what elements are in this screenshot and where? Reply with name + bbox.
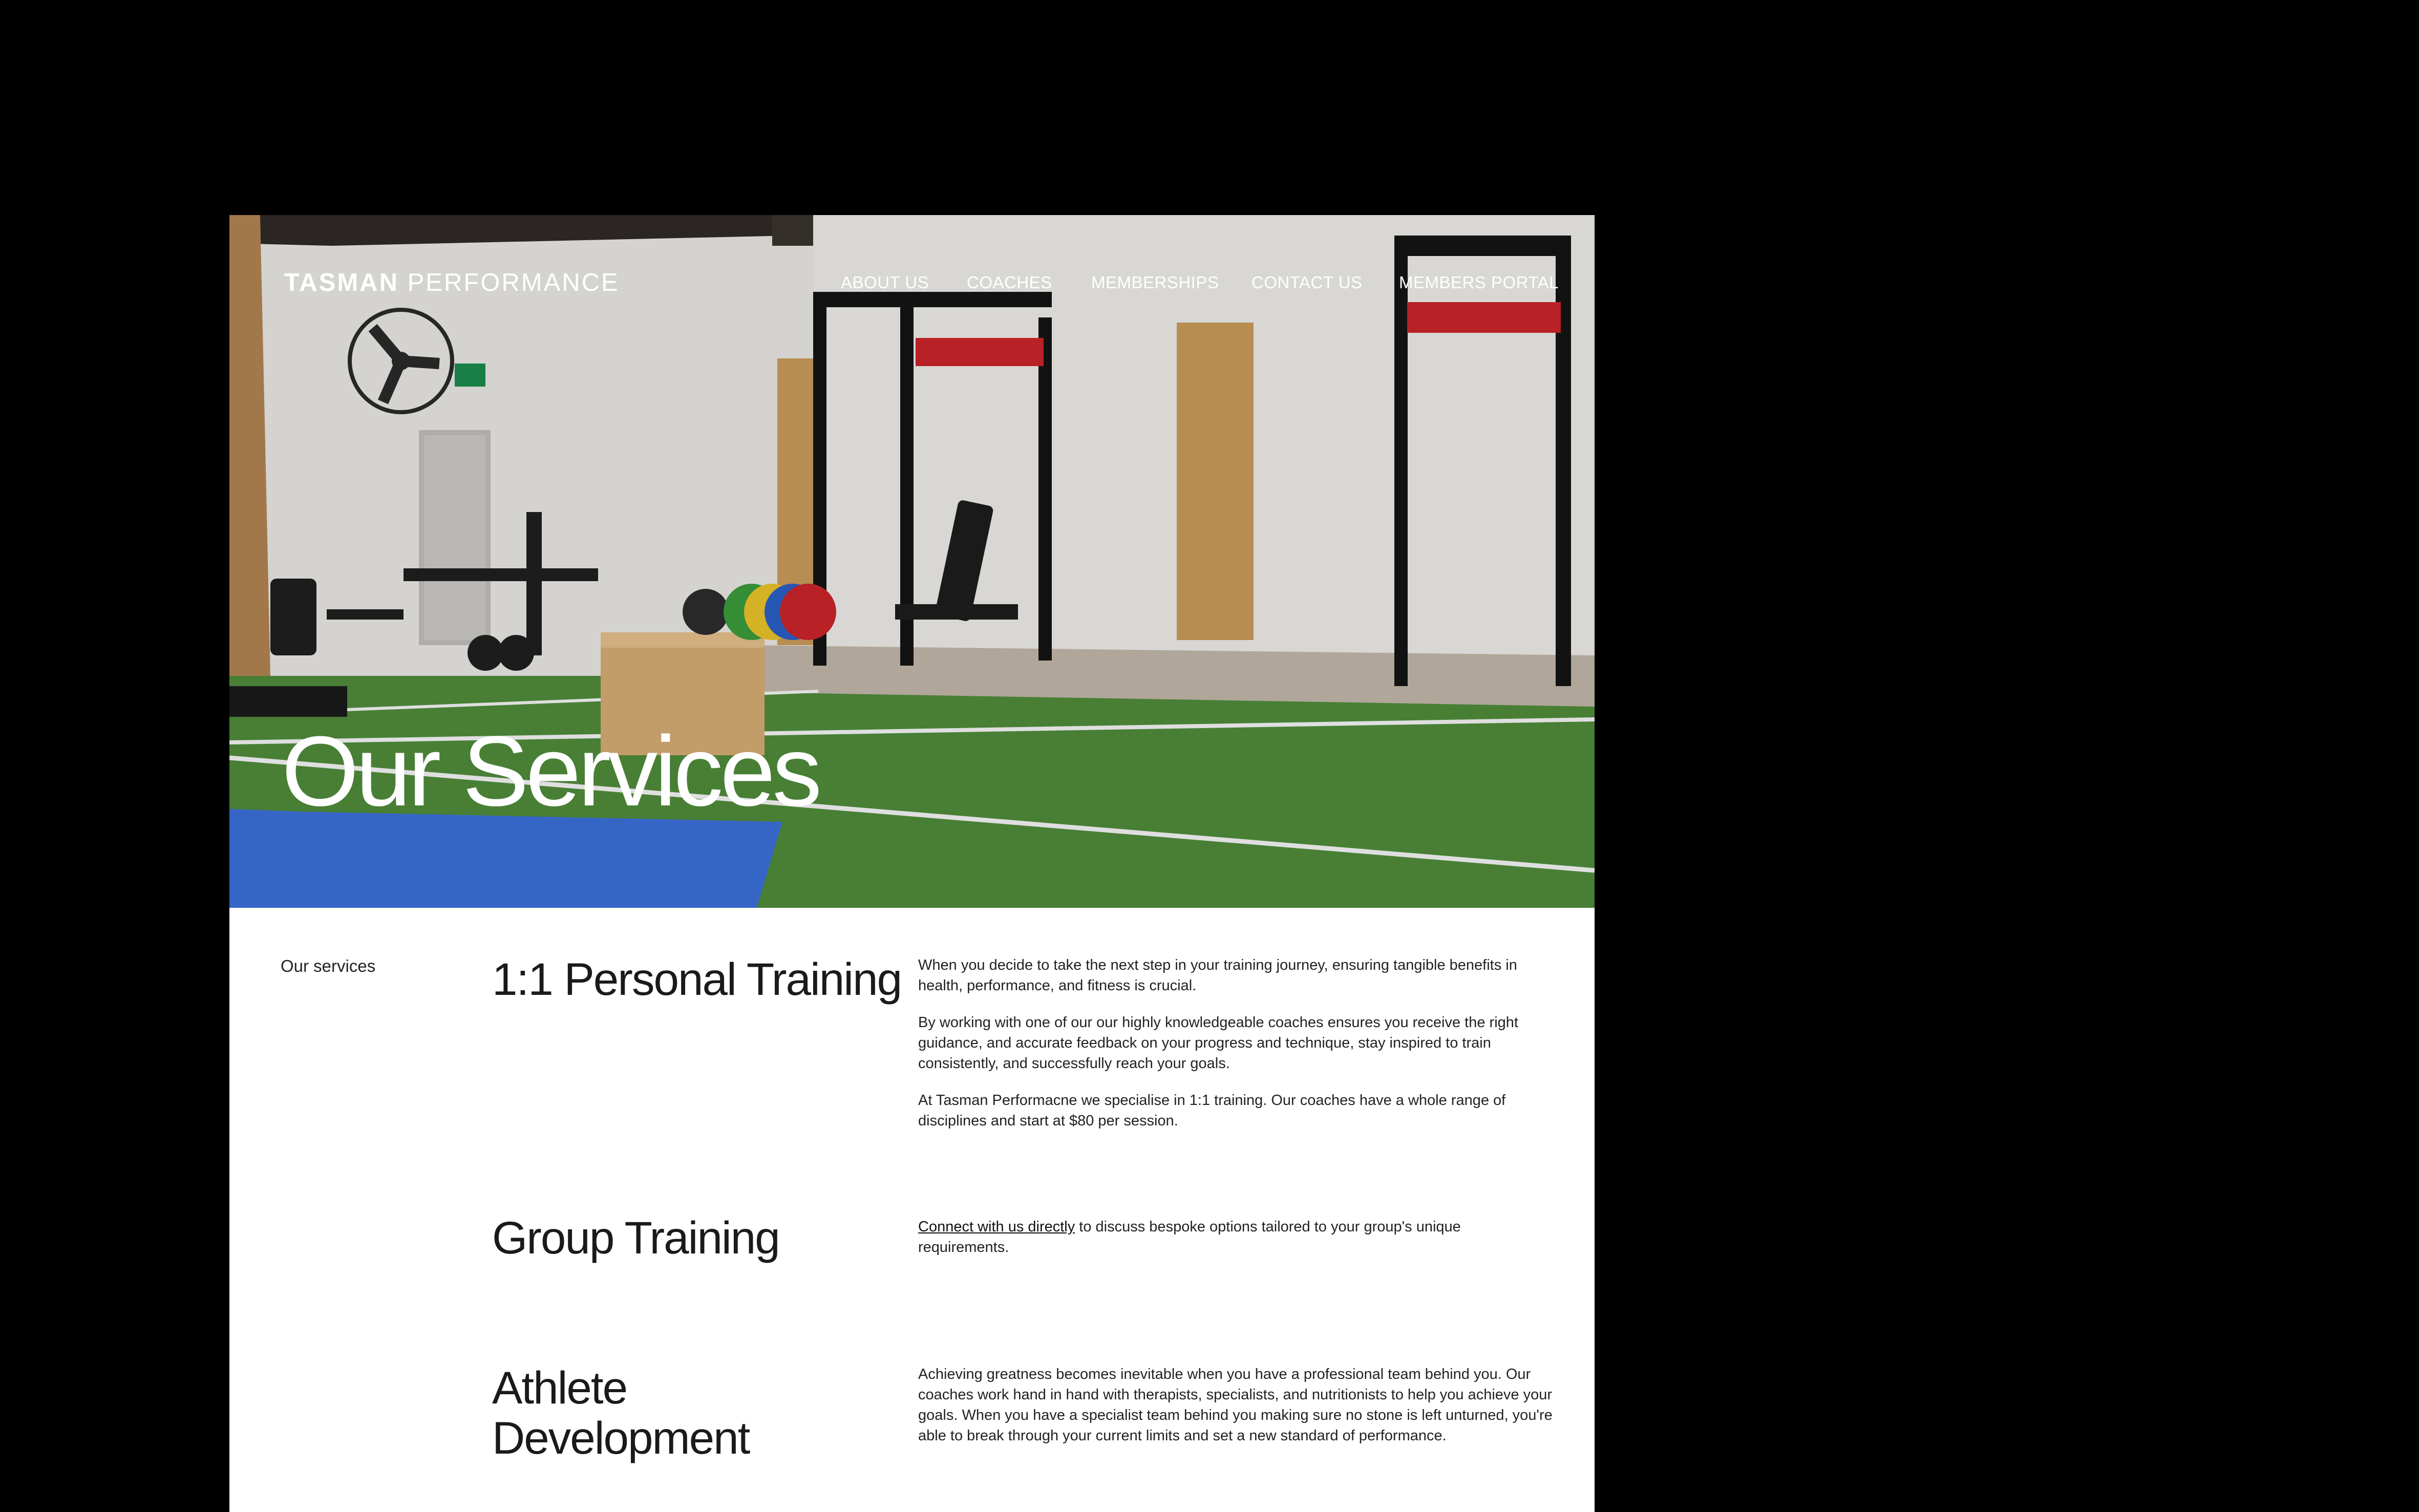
service-paragraph: Connect with us directly to discuss besp… xyxy=(918,1217,1553,1258)
service-paragraph: At Tasman Performacne we specialise in 1… xyxy=(918,1092,1506,1129)
page-title: Our Services xyxy=(282,716,822,827)
connect-link[interactable]: Connect with us directly xyxy=(918,1219,1075,1235)
service-paragraph: Achieving greatness becomes inevitable w… xyxy=(918,1366,1553,1444)
service-paragraph: When you decide to take the next step in… xyxy=(918,957,1517,994)
hero-section: TASMAN PERFORMANCE ABOUT US COACHES MEMB… xyxy=(229,215,1595,908)
services-content: Our services 1:1 Personal Training When … xyxy=(229,908,1595,1512)
nav-about-us[interactable]: ABOUT US xyxy=(841,273,929,292)
service-paragraph: By working with one of our our highly kn… xyxy=(918,1014,1518,1072)
service-body-group-training: Connect with us directly to discuss besp… xyxy=(918,1217,1553,1274)
section-label: Our services xyxy=(281,956,376,975)
website-frame: TASMAN PERFORMANCE ABOUT US COACHES MEMB… xyxy=(229,215,1595,1512)
nav-members-portal[interactable]: MEMBERS PORTAL xyxy=(1399,273,1559,292)
service-title-group-training: Group Training xyxy=(492,1212,780,1263)
service-body-athlete-development: Achieving greatness becomes inevitable w… xyxy=(918,1364,1553,1462)
nav-coaches[interactable]: COACHES xyxy=(967,273,1052,292)
service-title-personal-training: 1:1 Personal Training xyxy=(492,953,902,1005)
nav-memberships[interactable]: MEMBERSHIPS xyxy=(1091,273,1219,292)
service-title-athlete-development: Athlete Development xyxy=(492,1362,750,1463)
nav-contact-us[interactable]: CONTACT US xyxy=(1251,273,1362,292)
main-nav: ABOUT US COACHES MEMBERSHIPS CONTACT US … xyxy=(229,273,1595,299)
service-body-personal-training: When you decide to take the next step in… xyxy=(918,955,1553,1147)
